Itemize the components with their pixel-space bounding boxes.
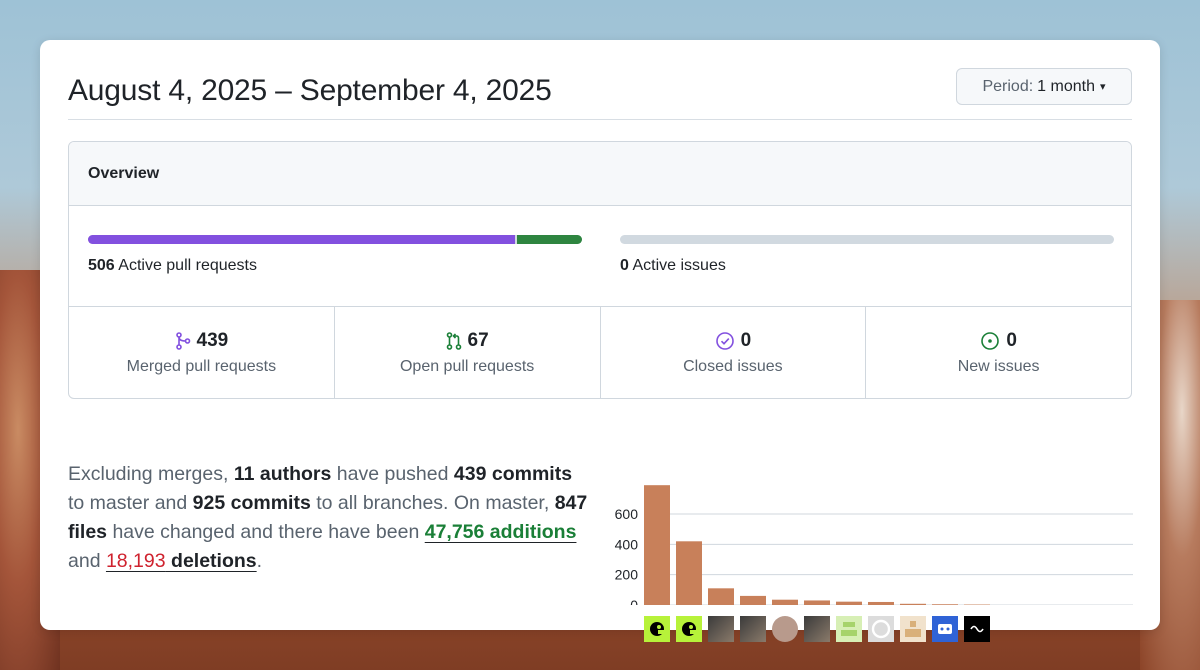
- issues-summary[interactable]: 0 Active issues: [620, 235, 1114, 275]
- active-pull-requests-text: 506 Active pull requests: [88, 257, 582, 275]
- photo-avatar[interactable]: [740, 616, 766, 642]
- stat-open-pull-requests[interactable]: 67 Open pull requests: [335, 307, 601, 398]
- summary-text: have changed and there have been: [107, 521, 425, 543]
- y-tick-label: 0: [630, 597, 638, 605]
- contributor-bar-7[interactable]: [836, 601, 862, 605]
- contributor-avatars-row: [644, 616, 990, 642]
- deletions-count: 18,193: [105, 550, 166, 572]
- overview-panel: Overview 506 Active pull requests 0 Acti…: [68, 141, 1132, 399]
- y-tick-label: 400: [615, 536, 639, 552]
- summary-text: have pushed: [331, 463, 454, 485]
- contributor-bar-3[interactable]: [708, 588, 734, 605]
- stat-merged-pull-requests[interactable]: 439 Merged pull requests: [69, 307, 335, 398]
- tan-pattern-avatar[interactable]: [900, 616, 926, 642]
- black-logo-avatar[interactable]: [964, 616, 990, 642]
- deletions-link[interactable]: 18,193 deletions: [106, 550, 257, 572]
- pull-requests-progress-bar: [88, 235, 582, 244]
- summary-text: to all branches. On master,: [310, 492, 555, 514]
- pull-request-icon: [446, 332, 461, 350]
- y-tick-label: 600: [615, 506, 639, 522]
- summary-text: .: [256, 550, 263, 572]
- photo-avatar[interactable]: [804, 616, 830, 642]
- summary-text: to master and: [68, 492, 193, 514]
- pull-requests-summary[interactable]: 506 Active pull requests: [88, 235, 582, 275]
- additions-link[interactable]: 47,756 additions: [425, 521, 577, 543]
- overview-stats: 439 Merged pull requests 67 Open pull re…: [69, 307, 1131, 398]
- contributor-bar-2[interactable]: [676, 541, 702, 605]
- active-issues-text: 0 Active issues: [620, 257, 1114, 275]
- stat-label: Open pull requests: [399, 358, 535, 375]
- authors-count: 11 authors: [233, 463, 332, 485]
- active-issues-label: Active issues: [632, 257, 726, 274]
- summary-text: and: [68, 550, 106, 572]
- open-segment: [516, 235, 582, 244]
- contributor-bar-8[interactable]: [868, 601, 894, 605]
- blue-bot-avatar[interactable]: [932, 616, 958, 642]
- commit-summary: Excluding merges, 11 authors have pushed…: [68, 460, 593, 576]
- overview-heading: Overview: [69, 142, 1131, 206]
- contributor-bar-6[interactable]: [804, 600, 830, 605]
- stat-label: New issues: [957, 358, 1040, 375]
- issues-progress-bar: [620, 235, 1114, 244]
- y-tick-label: 200: [615, 567, 639, 583]
- stat-value: 0: [1006, 330, 1017, 351]
- contributors-bar-chart: 0 200 400 600: [596, 445, 1136, 642]
- caret-down-icon: ▾: [1099, 81, 1106, 93]
- contributors-chart-svg: 0 200 400 600: [615, 485, 1133, 613]
- contributor-bar-4[interactable]: [740, 595, 766, 605]
- active-pull-requests-count: 506: [88, 257, 115, 274]
- deletions-word: deletions: [165, 550, 257, 572]
- merge-icon: [175, 332, 190, 350]
- page-title: August 4, 2025 – September 4, 2025: [68, 74, 552, 107]
- github-octocat-avatar[interactable]: [868, 616, 894, 642]
- stat-new-issues[interactable]: 0 New issues: [866, 307, 1131, 398]
- contributor-bar-9[interactable]: [900, 603, 926, 605]
- merged-segment: [88, 235, 515, 244]
- stat-value: 67: [467, 330, 489, 351]
- period-label: Period:: [982, 77, 1034, 95]
- page-header: August 4, 2025 – September 4, 2025 Perio…: [68, 68, 1132, 120]
- active-pull-requests-label: Active pull requests: [118, 257, 257, 274]
- photo-avatar[interactable]: [708, 616, 734, 642]
- all-commits-count: 925 commits: [192, 492, 311, 514]
- green-alien-avatar[interactable]: [676, 616, 702, 642]
- issue-opened-icon: [981, 332, 1000, 350]
- green-pattern-avatar[interactable]: [836, 616, 862, 642]
- grey-dots-avatar[interactable]: [772, 616, 798, 642]
- stat-label: Merged pull requests: [126, 358, 277, 375]
- green-alien-avatar[interactable]: [644, 616, 670, 642]
- overview-bars: 506 Active pull requests 0 Active issues: [69, 206, 1131, 307]
- contributor-bar-1[interactable]: [644, 485, 670, 605]
- period-dropdown-button[interactable]: Period: 1 month ▾: [956, 68, 1132, 105]
- issue-closed-icon: [715, 332, 734, 350]
- contributor-bar-5[interactable]: [772, 599, 798, 605]
- active-issues-count: 0: [620, 257, 629, 274]
- stat-closed-issues[interactable]: 0 Closed issues: [601, 307, 867, 398]
- period-value: 1 month: [1037, 77, 1095, 95]
- pulse-card: August 4, 2025 – September 4, 2025 Perio…: [40, 40, 1160, 642]
- stat-value: 0: [740, 330, 752, 351]
- stat-value: 439: [196, 330, 229, 351]
- master-commits-count: 439 commits: [453, 463, 573, 485]
- summary-text: Excluding merges,: [68, 463, 234, 485]
- contributor-bar-10[interactable]: [932, 604, 958, 605]
- stat-label: Closed issues: [683, 358, 783, 375]
